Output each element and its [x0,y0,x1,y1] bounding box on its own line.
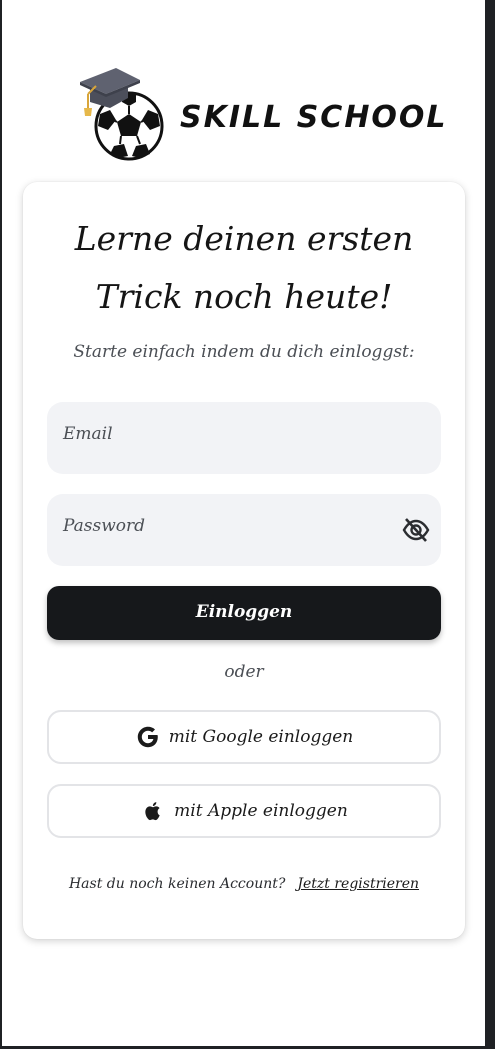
login-subheadline: Starte einfach indem du dich einloggst: [73,342,415,362]
headline-line-1: Lerne deinen ersten [74,219,414,258]
email-placeholder: Email [63,424,113,444]
brand-name: SKILL SCHOOL [180,100,448,135]
window-frame-left [0,0,2,1049]
brand-logo: SKILL SCHOOL [78,64,446,164]
google-icon [137,726,158,748]
apple-login-label: mit Apple einloggen [174,801,348,821]
headline-line-2: Trick noch heute! [95,277,393,316]
login-card: Lerne deinen ersten Trick noch heute! St… [23,182,465,939]
login-button[interactable]: Einloggen [47,586,441,640]
password-field[interactable]: Password [47,494,441,566]
graduation-cap-icon [80,68,140,116]
email-field[interactable]: Email [47,402,441,474]
register-link[interactable]: Jetzt registrieren [297,876,419,892]
password-placeholder: Password [63,516,146,536]
apple-icon [145,802,160,821]
register-prompt: Hast du noch keinen Account? Jetzt regist… [23,876,465,892]
window-frame-right [485,0,495,1049]
google-login-button[interactable]: mit Google einloggen [47,710,441,764]
google-login-label: mit Google einloggen [168,727,354,747]
no-account-text: Hast du noch keinen Account? [68,876,286,892]
divider-text: oder [224,662,264,682]
eye-off-icon[interactable] [401,516,431,544]
login-headline: Lerne deinen ersten Trick noch heute! [23,210,465,326]
apple-login-button[interactable]: mit Apple einloggen [47,784,441,838]
